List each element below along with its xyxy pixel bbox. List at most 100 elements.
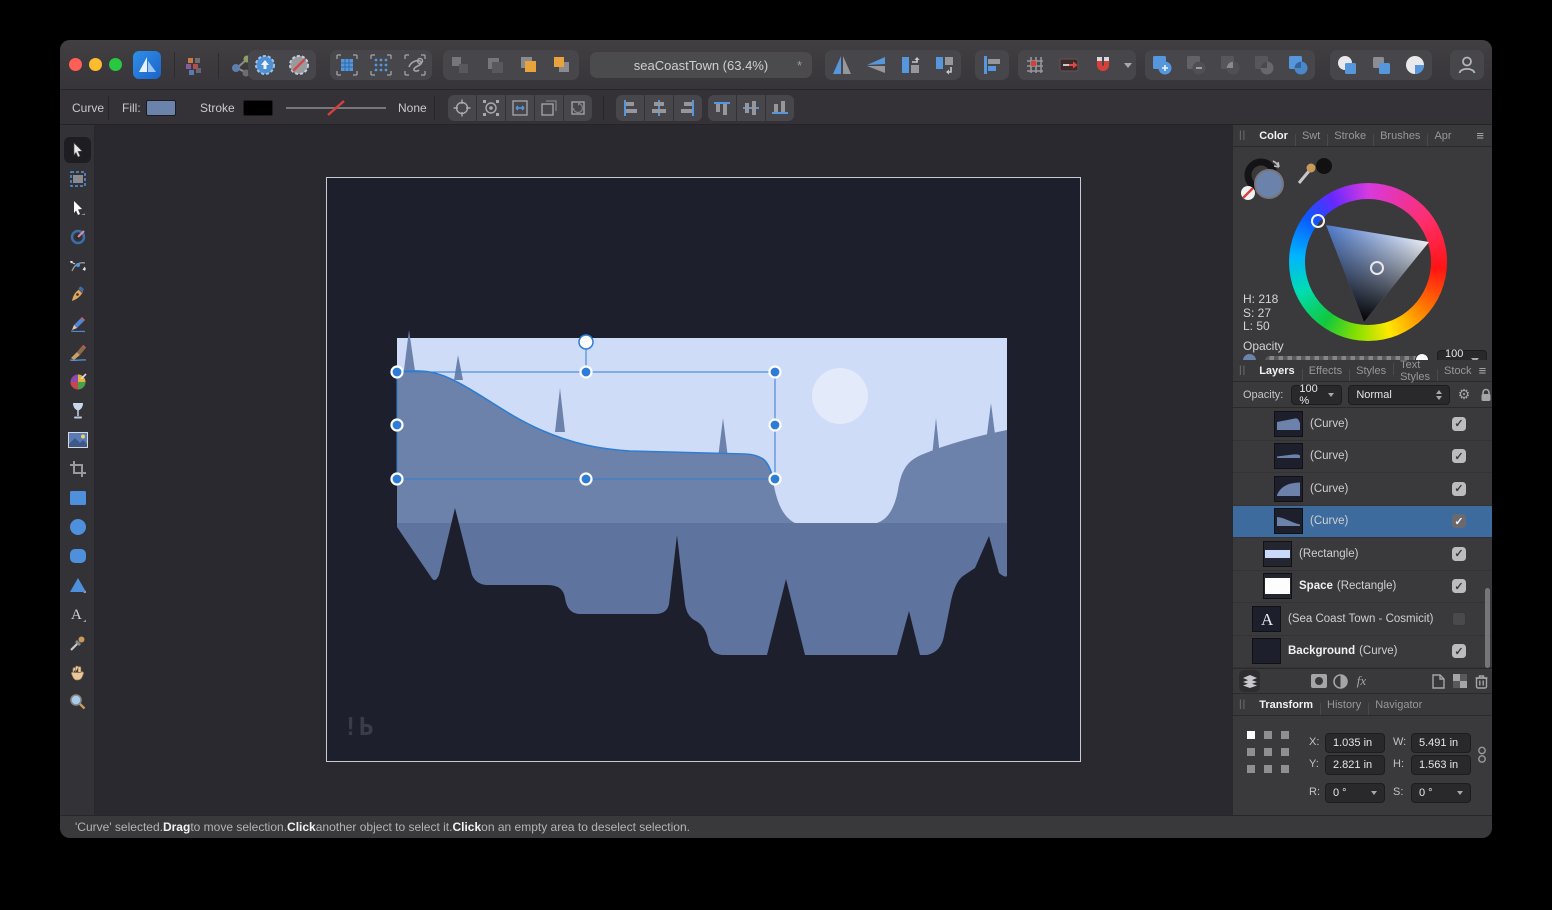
- snapping-dropdown[interactable]: [1120, 50, 1136, 80]
- rotate-mode-icon[interactable]: [564, 95, 592, 121]
- boolean-subtract-button[interactable]: [1179, 50, 1213, 80]
- layer-row[interactable]: (Curve)✓: [1233, 506, 1492, 539]
- anchor-point-selector[interactable]: [1247, 731, 1295, 779]
- move-to-front-button[interactable]: [545, 50, 579, 80]
- rounded-rectangle-tool[interactable]: [63, 543, 92, 569]
- color-picker-tool[interactable]: [63, 630, 92, 656]
- mask-layer-icon[interactable]: [1308, 670, 1329, 692]
- zoom-button[interactable]: [109, 58, 122, 71]
- layer-row[interactable]: Background(Curve)✓: [1233, 636, 1492, 669]
- vector-crop-tool[interactable]: [63, 456, 92, 482]
- layer-thumbnail[interactable]: [1275, 444, 1302, 468]
- rotate-ccw-button[interactable]: [893, 50, 927, 80]
- tab-styles[interactable]: Styles: [1349, 365, 1393, 377]
- layer-thumbnail[interactable]: [1275, 412, 1302, 436]
- zoom-tool[interactable]: [63, 688, 92, 714]
- panel-menu-icon[interactable]: ≡: [1479, 363, 1487, 378]
- layer-visibility-checkbox[interactable]: ✓: [1452, 514, 1466, 528]
- stroke-width-slider[interactable]: [286, 90, 386, 125]
- artboard[interactable]: !Ь: [327, 178, 1080, 761]
- tab-transform[interactable]: Transform: [1252, 699, 1320, 711]
- show-handles-icon[interactable]: [477, 95, 505, 121]
- move-back-one-button[interactable]: [477, 50, 511, 80]
- pixel-grid-button[interactable]: [1018, 50, 1052, 80]
- align-center-h-button[interactable]: [645, 95, 673, 121]
- align-left-button[interactable]: [616, 95, 644, 121]
- x-input[interactable]: 1.035 in: [1325, 733, 1385, 753]
- layer-visibility-checkbox[interactable]: ✓: [1452, 482, 1466, 496]
- rotation-dropdown[interactable]: 0 °: [1325, 783, 1385, 803]
- artboard-tool[interactable]: [63, 166, 92, 192]
- align-right-button[interactable]: [674, 95, 702, 121]
- document-title[interactable]: seaCoastTown (63.4%) *: [590, 52, 812, 78]
- layer-thumbnail[interactable]: [1264, 574, 1291, 598]
- pencil-tool[interactable]: [63, 311, 92, 337]
- move-to-back-button[interactable]: [443, 50, 477, 80]
- transform-objects-button[interactable]: [398, 50, 432, 80]
- panel-drag-handle[interactable]: ||: [1239, 365, 1246, 376]
- account-button[interactable]: [1450, 50, 1484, 80]
- tab-swatches[interactable]: Swt: [1295, 130, 1327, 142]
- layer-visibility-checkbox[interactable]: ✓: [1452, 449, 1466, 463]
- w-input[interactable]: 5.491 in: [1411, 733, 1471, 753]
- layer-row[interactable]: (Curve)✓: [1233, 473, 1492, 506]
- fill-swatch[interactable]: [146, 100, 176, 116]
- lock-icon[interactable]: [1480, 388, 1492, 402]
- alignment-button[interactable]: [975, 50, 1009, 80]
- adjustment-layer-icon[interactable]: [1330, 670, 1351, 692]
- boolean-add-button[interactable]: [1145, 50, 1179, 80]
- layer-row[interactable]: A(Sea Coast Town - Cosmicit): [1233, 603, 1492, 636]
- layer-visibility-checkbox[interactable]: ✓: [1452, 579, 1466, 593]
- canvas-viewport[interactable]: !Ь: [95, 125, 1232, 815]
- transparency-tool[interactable]: [63, 398, 92, 424]
- transform-mode-icon[interactable]: [535, 95, 563, 121]
- stroke-swatch[interactable]: [243, 100, 273, 116]
- layer-visibility-checkbox[interactable]: ✓: [1452, 644, 1466, 658]
- boolean-divide-button[interactable]: [1247, 50, 1281, 80]
- snap-grid-button[interactable]: [364, 50, 398, 80]
- snapping-magnet-button[interactable]: [1086, 50, 1120, 80]
- tab-stock[interactable]: Stock: [1437, 365, 1479, 377]
- layer-row[interactable]: (Rectangle)✓: [1233, 538, 1492, 571]
- merge-curves-button[interactable]: [1330, 50, 1364, 80]
- h-input[interactable]: 1.563 in: [1411, 755, 1471, 775]
- layer-thumbnail[interactable]: [1275, 477, 1302, 501]
- stroke-width-value[interactable]: None: [398, 101, 427, 115]
- layer-row[interactable]: (Curve)✓: [1233, 408, 1492, 441]
- minimize-button[interactable]: [89, 58, 102, 71]
- boolean-combine-button[interactable]: [1281, 50, 1315, 80]
- new-pixel-layer-icon[interactable]: [1449, 670, 1470, 692]
- tab-stroke[interactable]: Stroke: [1327, 130, 1373, 142]
- resize-mode-icon[interactable]: [506, 95, 534, 121]
- layers-stack-icon[interactable]: [1239, 670, 1260, 692]
- layer-settings-gear-icon[interactable]: ⚙: [1458, 386, 1471, 403]
- revert-defaults-button[interactable]: [282, 50, 316, 80]
- show-grid-button[interactable]: [330, 50, 364, 80]
- layers-scrollbar[interactable]: [1485, 588, 1490, 668]
- layers-opacity-dropdown[interactable]: 100 %: [1291, 385, 1342, 405]
- view-tool[interactable]: [63, 659, 92, 685]
- pen-tool[interactable]: [63, 282, 92, 308]
- panel-menu-icon[interactable]: ≡: [1476, 128, 1484, 143]
- layer-thumbnail[interactable]: [1275, 509, 1302, 533]
- rotate-cw-button[interactable]: [927, 50, 961, 80]
- tab-brushes[interactable]: Brushes: [1373, 130, 1427, 142]
- insert-inside-button[interactable]: [1052, 50, 1086, 80]
- tab-text-styles[interactable]: Text Styles: [1393, 359, 1437, 383]
- tab-history[interactable]: History: [1320, 699, 1368, 711]
- layer-visibility-checkbox[interactable]: ✓: [1452, 547, 1466, 561]
- bezier-handles-tool[interactable]: [63, 253, 92, 279]
- y-input[interactable]: 2.821 in: [1325, 755, 1385, 775]
- tab-appearance[interactable]: Apr: [1427, 130, 1458, 142]
- layer-thumbnail[interactable]: [1264, 542, 1291, 566]
- delete-layer-trash-icon[interactable]: [1471, 670, 1492, 692]
- node-tool[interactable]: [63, 195, 92, 221]
- shear-dropdown[interactable]: 0 °: [1411, 783, 1471, 803]
- align-bottom-button[interactable]: [766, 95, 794, 121]
- text-tool[interactable]: A: [63, 601, 92, 627]
- layer-thumbnail[interactable]: A: [1253, 607, 1280, 631]
- place-image-tool[interactable]: [63, 427, 92, 453]
- panel-drag-handle[interactable]: ||: [1239, 130, 1246, 141]
- rectangle-tool[interactable]: [63, 485, 92, 511]
- tab-layers[interactable]: Layers: [1252, 365, 1301, 377]
